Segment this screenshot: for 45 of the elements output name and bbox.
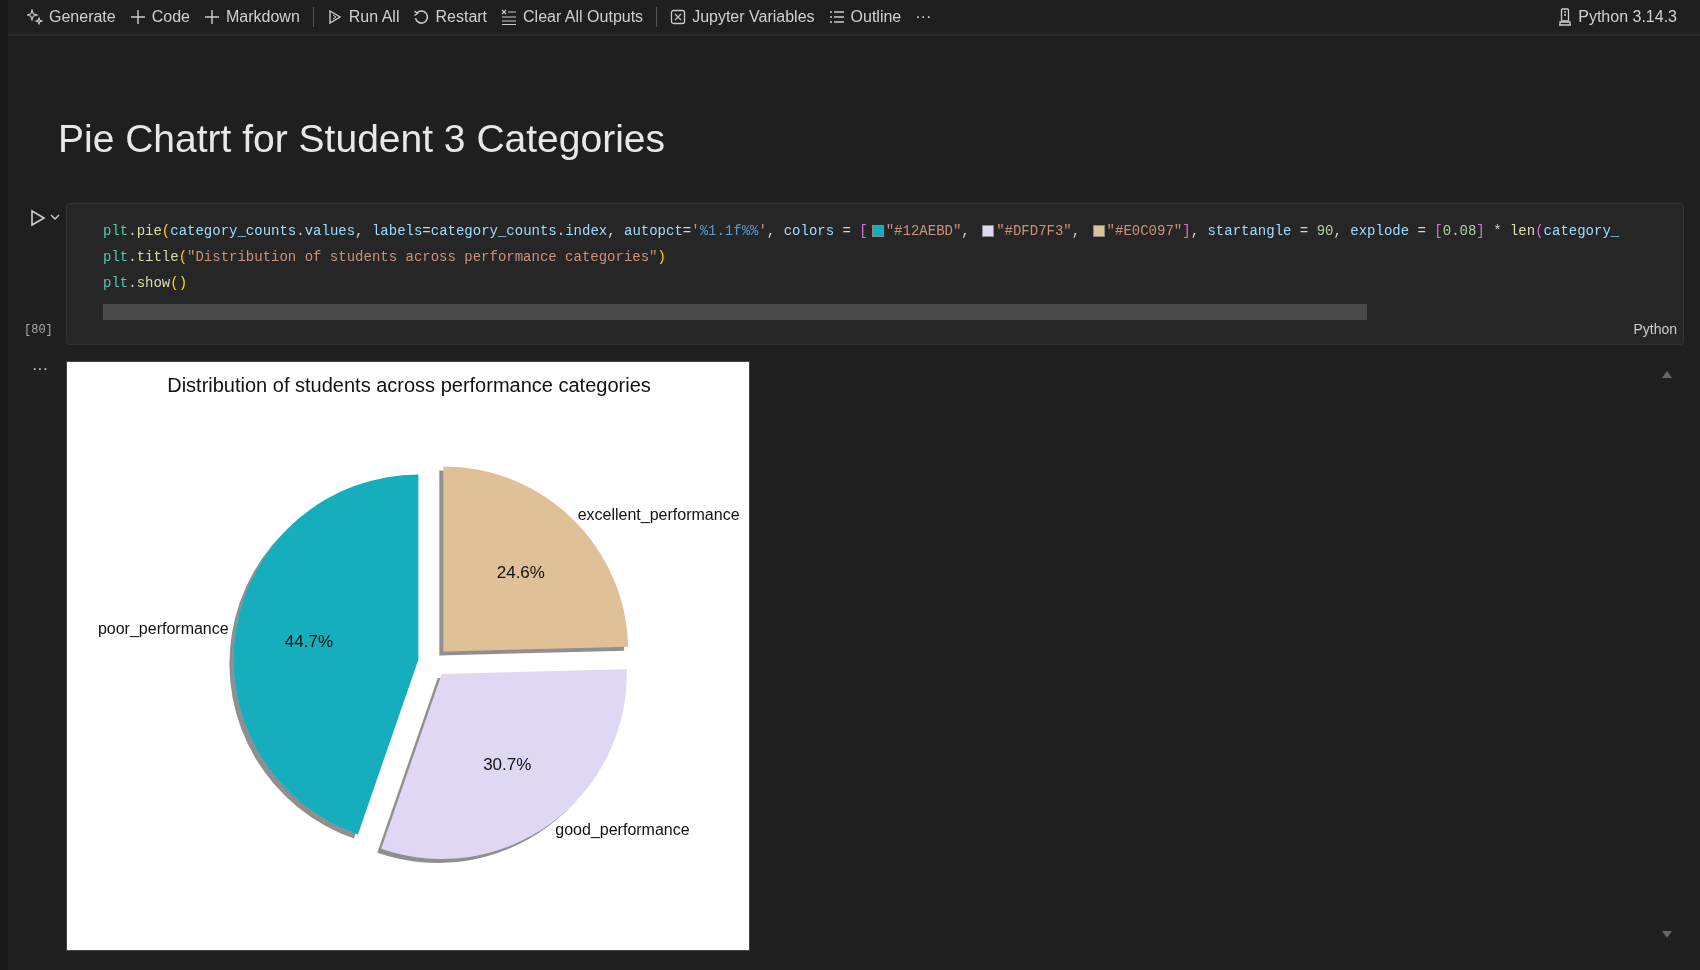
toolbar-button[interactable]: Generate [20,1,123,33]
kernel-icon [1558,8,1573,26]
sparkle-icon [27,9,43,25]
toolbar-button[interactable]: Code [122,1,197,33]
execution-count: [80] [24,321,53,339]
slice-label: good_performance [555,821,690,839]
slice-label: excellent_performance [577,505,740,523]
chart-title: Distribution of students across performance categories [167,373,651,396]
toolbar-button[interactable]: Clear All Outputs [494,1,651,33]
horizontal-scrollbar[interactable] [103,303,1367,320]
outline-list-icon [828,9,845,25]
color-swatch-icon[interactable] [982,224,995,237]
run-all-icon [326,9,343,25]
clear-list-icon [501,9,518,25]
variables-icon [670,9,687,25]
scroll-up-icon[interactable] [1662,370,1672,378]
scroll-down-icon[interactable] [1662,930,1672,938]
toolbar-button[interactable]: Restart [406,1,495,33]
toolbar-button[interactable]: Jupyter Variables [663,1,822,33]
color-swatch-icon[interactable] [871,224,884,237]
toolbar-button[interactable]: Outline [821,1,909,33]
more-button[interactable]: ··· [908,1,939,33]
output-menu[interactable]: ··· [32,360,48,377]
percent-label: 44.7% [284,632,334,652]
code-text: "#12AEBD", [885,221,971,241]
code-text: plt.show() [103,273,188,293]
slice-label: poor_performance [97,619,229,637]
kernel-button[interactable]: Python 3.14.3 [1551,1,1684,33]
code-text: "#E0C097"], startangle = 90, explode = [0.08] * len(category_ [1106,221,1620,241]
percent-label: 30.7% [483,754,532,774]
percent-label: 24.6% [496,562,545,582]
color-swatch-icon[interactable] [1092,224,1105,237]
code-text: plt.title("Distribution of students across performance categories") [103,247,666,267]
language-label[interactable]: Python [1633,318,1677,340]
code-text: "#DFD7F3", [996,221,1082,241]
toolbar-button[interactable]: Markdown [196,1,307,33]
restart-icon [413,9,430,25]
plus-icon [203,9,220,25]
run-icon[interactable] [30,208,46,227]
plus-icon [129,9,146,25]
code-cell[interactable] [66,202,1684,345]
notebook-heading: Pie Chatrt for Student 3 Categories [57,116,666,162]
code-text: plt.pie(category_counts.values, labels=category_counts.index, autopct='%1.1f%%', colors = [ [103,221,868,241]
toolbar-button[interactable]: Run All [319,1,407,33]
chevron-icon[interactable] [50,212,60,221]
